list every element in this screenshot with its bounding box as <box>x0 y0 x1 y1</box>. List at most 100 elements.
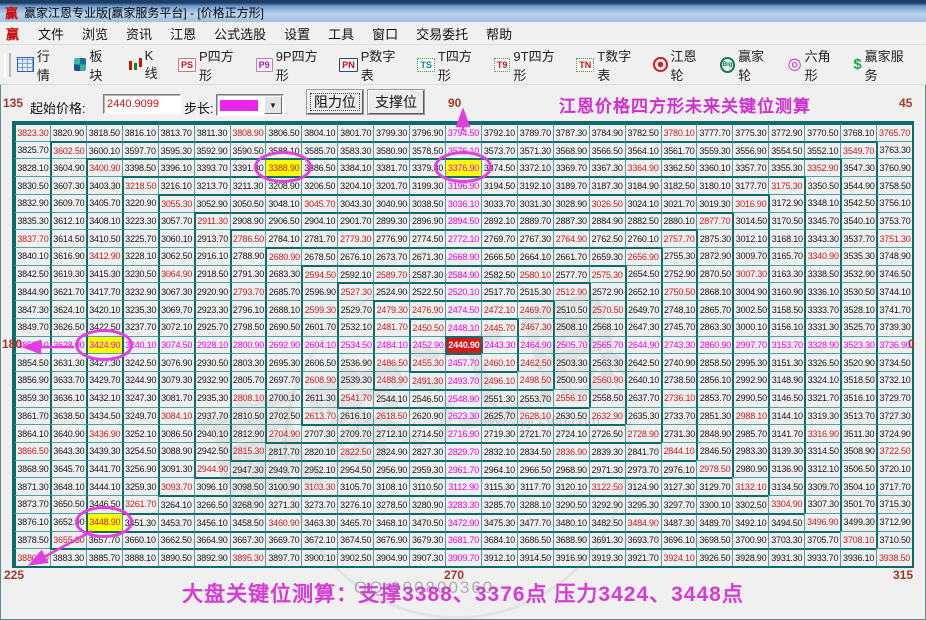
grid-cell: 3134.50 <box>768 477 804 495</box>
grid-cell: 2452.90 <box>409 336 445 354</box>
toolbar-item-板块[interactable]: 板块 <box>74 46 114 84</box>
grid-cell: 2500.90 <box>553 371 589 389</box>
grid-cell: 3144.10 <box>768 407 804 425</box>
menu-bar: 赢 文件浏览资讯江恩公式选股设置工具窗口交易委托帮助 <box>0 22 926 45</box>
grid-cell: 3124.90 <box>625 477 661 495</box>
grid-cell: 2752.90 <box>661 265 697 283</box>
grid-cell: 2544.10 <box>373 389 409 407</box>
menu-item-帮助[interactable]: 帮助 <box>477 22 521 45</box>
grid-cell: 3408.10 <box>86 212 122 230</box>
grid-cell: 3578.50 <box>409 141 445 159</box>
resistance-button[interactable]: 阻力位 <box>307 90 363 114</box>
grid-cell: 3655.30 <box>50 531 86 549</box>
grid-cell: 2680.90 <box>265 247 301 265</box>
grid-cell: 2568.10 <box>589 318 625 336</box>
grid-cell: 2812.90 <box>230 424 266 442</box>
grid-cell: 2952.10 <box>301 460 337 478</box>
toolbar-item-行情[interactable]: 行情 <box>17 46 61 84</box>
grid-cell: 3523.30 <box>840 336 876 354</box>
grid-cell: 2548.90 <box>445 389 481 407</box>
menu-item-窗口[interactable]: 窗口 <box>363 22 407 45</box>
grid-cell: 3895.30 <box>230 548 266 566</box>
grid-cell: 3816.10 <box>122 123 158 141</box>
grid-cell: 3153.70 <box>768 336 804 354</box>
menu-item-文件[interactable]: 文件 <box>29 22 73 45</box>
grid-cell: 2515.30 <box>517 282 553 300</box>
grid-cell: 3444.10 <box>86 477 122 495</box>
step-color-dropdown[interactable]: ▼ <box>216 94 284 116</box>
grid-cell: 3681.70 <box>445 531 481 549</box>
grid-cell: 2635.30 <box>625 407 661 425</box>
grid-cell: 2961.70 <box>445 460 481 478</box>
grid-cell: 2467.30 <box>517 318 553 336</box>
grid-cell: 3888.10 <box>122 548 158 566</box>
grid-cell: 3026.50 <box>589 194 625 212</box>
grid-cell: 2748.10 <box>661 300 697 318</box>
grid-cell: 3484.90 <box>625 513 661 531</box>
grid-cell: 3585.70 <box>301 141 337 159</box>
grid-cell: 2716.90 <box>445 424 481 442</box>
grid-cell: 3489.70 <box>696 513 732 531</box>
grid-cell: 3516.10 <box>840 389 876 407</box>
menu-item-资讯[interactable]: 资讯 <box>117 22 161 45</box>
grid-cell: 2541.70 <box>337 389 373 407</box>
grid-cell: 2899.30 <box>373 212 409 230</box>
support-button[interactable]: 支撑位 <box>368 90 424 114</box>
grid-cell: 2966.50 <box>517 460 553 478</box>
grid-cell: 2503.30 <box>553 353 589 371</box>
toolbar-item-赢家服务[interactable]: 赢家服务 <box>853 46 913 84</box>
grid-cell: 2877.70 <box>696 212 732 230</box>
grid-cell: 3343.30 <box>804 229 840 247</box>
grid-cell: 3374.50 <box>481 158 517 176</box>
grid-cell: 3780.10 <box>661 123 697 141</box>
grid-cell: 3388.90 <box>265 158 301 176</box>
grid-cell: 3448.90 <box>86 513 122 531</box>
grid-cell: 3357.70 <box>732 158 768 176</box>
toolbar-item-9P四方形[interactable]: P99P四方形 <box>256 46 327 84</box>
grid-cell: 3307.30 <box>804 495 840 513</box>
grid-cell: 3628.90 <box>50 336 86 354</box>
grid-cell: 3420.10 <box>86 300 122 318</box>
grid-cell: 2704.90 <box>265 424 301 442</box>
grid-cell: 3223.30 <box>122 212 158 230</box>
chevron-down-icon[interactable]: ▼ <box>264 96 282 114</box>
toolbar-item-六角形[interactable]: 六角形 <box>788 46 841 84</box>
grid-cell: 3796.90 <box>409 123 445 141</box>
grid-cell: 2844.10 <box>661 442 697 460</box>
grid-cell: 2688.10 <box>265 300 301 318</box>
grid-cell: 3432.10 <box>86 389 122 407</box>
grid-cell: 2848.90 <box>696 424 732 442</box>
start-price-input[interactable] <box>103 94 181 114</box>
grid-cell: 3122.50 <box>589 477 625 495</box>
menu-item-公式选股[interactable]: 公式选股 <box>205 22 275 45</box>
toolbar-item-K线[interactable]: K线 <box>127 48 165 82</box>
toolbar-item-赢家轮[interactable]: 赢家轮 <box>720 46 775 84</box>
toolbar-item-9T四方形[interactable]: T99T四方形 <box>494 46 563 84</box>
grid-cell: 3897.70 <box>265 548 301 566</box>
grid-cell: 3674.50 <box>337 531 373 549</box>
grid-cell: 3367.30 <box>589 158 625 176</box>
grid-cell: 2712.10 <box>373 424 409 442</box>
grid-cell: 3760.90 <box>876 158 912 176</box>
toolbar-item-T数字表[interactable]: TNT数字表 <box>576 46 640 84</box>
grid-cell: 3372.10 <box>517 158 553 176</box>
grid-cell: 2690.50 <box>265 318 301 336</box>
grid-cell: 3098.50 <box>230 477 266 495</box>
menu-item-工具[interactable]: 工具 <box>319 22 363 45</box>
grid-cell: 3021.70 <box>661 194 697 212</box>
toolbar-item-P数字表[interactable]: PNP数字表 <box>339 46 404 84</box>
grid-cell: 3837.70 <box>14 229 50 247</box>
toolbar-item-P四方形[interactable]: PSP四方形 <box>178 46 243 84</box>
menu-item-江恩[interactable]: 江恩 <box>161 22 205 45</box>
grid-cell: 2995.30 <box>732 353 768 371</box>
grid-cell: 2630.50 <box>553 407 589 425</box>
toolbar-item-T四方形[interactable]: TST四方形 <box>417 46 481 84</box>
menu-item-设置[interactable]: 设置 <box>275 22 319 45</box>
menu-item-浏览[interactable]: 浏览 <box>73 22 117 45</box>
menu-item-交易委托[interactable]: 交易委托 <box>407 22 477 45</box>
grid-cell: 3609.70 <box>50 194 86 212</box>
toolbar-item-江恩轮[interactable]: 江恩轮 <box>653 46 707 84</box>
grid-cell: 3892.90 <box>194 548 230 566</box>
grid-cell: 3321.70 <box>804 389 840 407</box>
grid-cell: 3271.30 <box>265 495 301 513</box>
